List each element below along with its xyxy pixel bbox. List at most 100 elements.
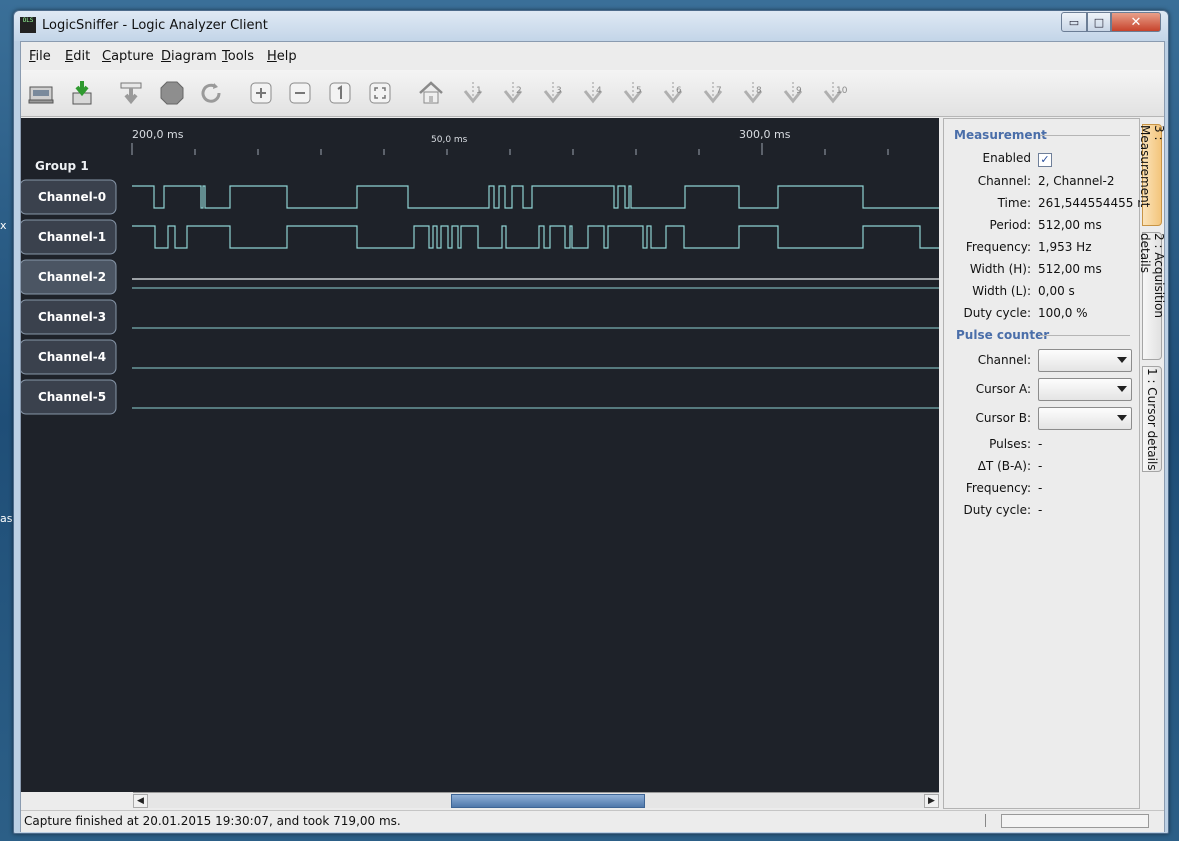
measurement-row-label: Time: [997, 196, 1031, 210]
pulse-row-label: ΔT (B-A): [977, 459, 1031, 473]
cursor-a-label: Cursor A: [975, 382, 1031, 396]
channel-label[interactable]: Channel-4 [38, 350, 106, 364]
svg-text:6: 6 [676, 86, 682, 96]
scroll-thumb[interactable] [451, 794, 645, 808]
menu-help[interactable]: Help [267, 49, 297, 64]
cursor-1-button[interactable]: 1 [458, 78, 488, 108]
menu-capture[interactable]: Capture [102, 49, 154, 64]
cursor-3-icon: 3 [543, 82, 563, 104]
measurement-row-label: Width (L): [972, 284, 1031, 298]
channel-label[interactable]: Channel-1 [38, 230, 106, 244]
status-divider [985, 814, 986, 827]
app-window: OLS LogicSniffer - Logic Analyzer Client… [13, 10, 1169, 834]
channel-0-trace [132, 185, 939, 209]
measurement-row-label: Period: [989, 218, 1031, 232]
progress-bar [1001, 814, 1149, 828]
menu-label: ile [35, 49, 51, 64]
measurement-row-label: Duty cycle: [963, 306, 1031, 320]
repeat-capture-button[interactable] [116, 78, 146, 108]
zoom-all-button[interactable] [365, 78, 395, 108]
svg-text:5: 5 [636, 86, 642, 96]
open-device-button[interactable] [26, 78, 56, 108]
capture-button[interactable] [67, 78, 97, 108]
cursor-7-icon: 7 [703, 82, 723, 104]
cursor-2-button[interactable]: 2 [498, 78, 528, 108]
zoom-default-button[interactable] [325, 78, 355, 108]
menu-label: ools [227, 49, 255, 64]
channel-label[interactable]: Channel-2 [38, 270, 106, 284]
chevron-down-icon [1117, 386, 1127, 392]
refresh-icon [201, 83, 221, 103]
cursor-4-button[interactable]: 4 [578, 78, 608, 108]
cursor-10-button[interactable]: 10 [818, 78, 848, 108]
menu-diagram[interactable]: Diagram [161, 49, 217, 64]
cursor-8-icon: 8 [743, 82, 763, 104]
cursor-10-icon: 10 [823, 82, 847, 104]
measurement-panel: Measurement Enabled ✓ Channel: 2, Channel… [943, 118, 1155, 809]
zoom-in-button[interactable] [246, 78, 276, 108]
chevron-down-icon [1117, 357, 1127, 363]
cursor-9-button[interactable]: 9 [778, 78, 808, 108]
zoom-out-button[interactable] [285, 78, 315, 108]
tab-acquisition-details[interactable]: 2 : Acquisition details [1138, 232, 1166, 360]
refresh-button[interactable] [196, 78, 226, 108]
cursor-4-icon: 4 [583, 82, 603, 104]
menu-label: dit [73, 49, 91, 64]
svg-text:7: 7 [716, 86, 722, 96]
cursor-8-button[interactable]: 8 [738, 78, 768, 108]
channel-label[interactable]: Channel-0 [38, 190, 106, 204]
menu-accel: E [65, 49, 74, 64]
svg-text:10: 10 [836, 86, 847, 96]
svg-text:1: 1 [476, 86, 482, 96]
enabled-checkbox[interactable]: ✓ [1038, 153, 1052, 167]
status-message: Capture finished at 20.01.2015 19:30:07,… [24, 814, 401, 828]
desktop-fragment: x [0, 219, 7, 232]
cursor-b-select[interactable] [1038, 407, 1132, 430]
cursor-5-icon: 5 [623, 82, 643, 104]
home-icon [419, 81, 443, 104]
timeline-label: 50,0 ms [431, 135, 468, 145]
measurement-row-value: 1,953 Hz [1038, 240, 1092, 254]
menu-edit[interactable]: Edit [65, 49, 90, 64]
menu-label: elp [276, 49, 297, 64]
tab-cursor-details[interactable]: 1 : Cursor details [1142, 366, 1162, 472]
pulse-row-value: - [1038, 481, 1043, 495]
cursor-5-button[interactable]: 5 [618, 78, 648, 108]
channel-label[interactable]: Channel-3 [38, 310, 106, 324]
menu-tools[interactable]: Tools [222, 49, 254, 64]
pulse-row-label: Duty cycle: [963, 503, 1031, 517]
stop-button[interactable] [157, 78, 187, 108]
cursor-b-label: Cursor B: [975, 411, 1031, 425]
home-button[interactable] [416, 78, 446, 108]
horizontal-scrollbar[interactable]: ◀ ▶ [133, 792, 939, 808]
scroll-left-button[interactable]: ◀ [133, 794, 148, 808]
scroll-right-button[interactable]: ▶ [924, 794, 939, 808]
svg-text:8: 8 [756, 86, 762, 96]
pulse-row-label: Frequency: [965, 481, 1031, 495]
cursor-3-button[interactable]: 3 [538, 78, 568, 108]
title-bar[interactable]: OLS LogicSniffer - Logic Analyzer Client… [14, 11, 1168, 41]
menu-file[interactable]: File [29, 49, 51, 64]
desktop-edge: x as [0, 0, 14, 841]
measurement-row-label: Frequency: [965, 240, 1031, 254]
tab-measurement[interactable]: 3 : Measurement [1138, 124, 1166, 226]
menu-label: apture [111, 49, 154, 64]
measurement-row-value: 100,0 % [1038, 306, 1088, 320]
measurement-row-value: 512,00 ms [1038, 262, 1102, 276]
cursor-6-icon: 6 [663, 82, 683, 104]
minimize-button[interactable]: ▭ [1061, 12, 1087, 32]
pulse-channel-select[interactable] [1038, 349, 1132, 372]
cursor-6-button[interactable]: 6 [658, 78, 688, 108]
cursor-a-select[interactable] [1038, 378, 1132, 401]
channel-label[interactable]: Channel-5 [38, 390, 106, 404]
chevron-down-icon [1117, 415, 1127, 421]
scroll-right-icon: ▶ [928, 796, 935, 806]
menu-accel: H [267, 49, 277, 64]
maximize-button[interactable]: □ [1087, 12, 1111, 32]
waveform-view[interactable]: 200,0 ms 50,0 ms 300,0 ms Group 1 Channel-0 C… [19, 118, 939, 792]
side-tab-strip: 3 : Measurement 2 : Acquisition details … [1138, 118, 1166, 807]
zoom-out-icon [289, 82, 311, 104]
cursor-7-button[interactable]: 7 [698, 78, 728, 108]
close-button[interactable]: ✕ [1111, 12, 1161, 32]
signal-diagram[interactable]: 200,0 ms 50,0 ms 300,0 ms Group 1 Channel-0 C… [19, 118, 939, 792]
